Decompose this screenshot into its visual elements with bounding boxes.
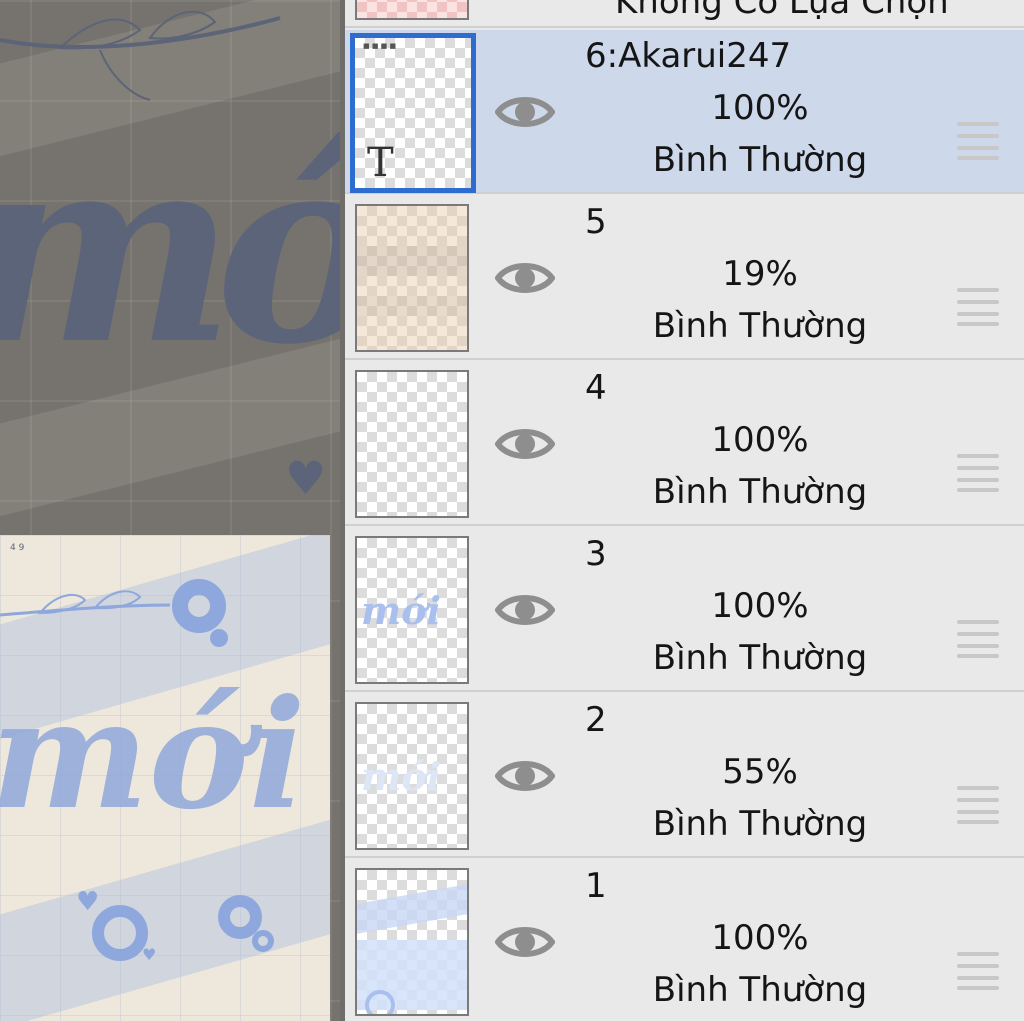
drag-handle-icon[interactable] — [957, 454, 999, 492]
thumbnail-tint — [357, 206, 467, 350]
circle-decoration — [252, 930, 274, 952]
layer-opacity: 19% — [722, 254, 798, 294]
handle-line — [957, 986, 999, 990]
thumbnail-tint — [357, 296, 467, 316]
handle-line — [957, 454, 999, 458]
heart-icon: ♥ — [142, 945, 157, 964]
layer-row[interactable]: 4 100% Bình Thường — [345, 362, 1024, 526]
heart-icon: ♥ — [76, 887, 100, 917]
handle-line — [957, 952, 999, 956]
layer-thumbnail[interactable] — [355, 868, 469, 1016]
layer-name: 4 — [585, 368, 607, 408]
handle-line — [957, 300, 999, 304]
handle-line — [957, 654, 999, 658]
layer-name: 6:Akarui247 — [585, 36, 792, 76]
drag-handle-icon[interactable] — [957, 786, 999, 824]
thumbnail-tint — [357, 246, 467, 276]
handle-line — [957, 146, 999, 150]
preview-small-text: 4 9 — [10, 543, 25, 553]
layer-thumbnail — [355, 0, 469, 20]
layer-thumbnail[interactable] — [355, 204, 469, 352]
layer-thumbnail[interactable] — [355, 370, 469, 518]
handle-line — [957, 122, 999, 126]
circle-decoration — [92, 905, 148, 961]
dot-decoration — [210, 629, 228, 647]
handle-line — [957, 312, 999, 316]
handle-line — [957, 786, 999, 790]
thumbnail-stripe — [357, 884, 467, 934]
layer-blend-mode: Bình Thường — [652, 140, 868, 180]
handle-line — [957, 820, 999, 824]
layer-opacity: 100% — [711, 420, 809, 460]
handle-line — [957, 964, 999, 968]
drag-handle-icon[interactable] — [957, 122, 999, 160]
handle-line — [957, 322, 999, 326]
eye-icon[interactable] — [494, 752, 556, 800]
handle-line — [957, 798, 999, 802]
canvas-preview: 4 9 mới ♥ ♥ — [0, 535, 330, 1021]
layer-opacity: 100% — [711, 88, 809, 128]
layer-thumbnail[interactable]: mới — [355, 702, 469, 850]
drawing-canvas[interactable]: mới ♥ 4 9 mới ♥ ♥ — [0, 0, 340, 1021]
handle-line — [957, 644, 999, 648]
thumbnail-text: ■ ■ ■ ■ — [363, 42, 397, 50]
layer-thumbnail[interactable]: ■ ■ ■ ■ T — [350, 33, 476, 193]
handle-line — [957, 810, 999, 814]
eye-icon[interactable] — [494, 420, 556, 468]
drag-handle-icon[interactable] — [957, 952, 999, 990]
layer-row[interactable]: ■ ■ ■ ■ T 6:Akarui247 100% Bình Thường — [345, 30, 1024, 194]
layer-row[interactable]: mới 3 100% Bình Thường — [345, 528, 1024, 692]
layer-name: 2 — [585, 700, 607, 740]
thumbnail-lettering: mới — [361, 588, 441, 633]
handle-line — [957, 134, 999, 138]
layer-blend-mode: Bình Thường — [652, 306, 868, 346]
eye-icon[interactable] — [494, 254, 556, 302]
thumbnail-lettering: mới — [361, 754, 441, 799]
leaf-branch-illustration — [0, 10, 281, 101]
handle-line — [957, 620, 999, 624]
heart-icon: ♥ — [285, 451, 327, 505]
drag-handle-icon[interactable] — [957, 620, 999, 658]
layer-name: 1 — [585, 866, 607, 906]
circle-decoration — [172, 579, 226, 633]
handle-line — [957, 478, 999, 482]
layer-blend-mode: Bình Thường — [652, 638, 868, 678]
eye-icon[interactable] — [494, 88, 556, 136]
layer-opacity: 55% — [722, 752, 798, 792]
handle-line — [957, 466, 999, 470]
preview-branch-illustration — [0, 590, 171, 617]
eye-icon[interactable] — [494, 586, 556, 634]
handle-line — [957, 288, 999, 292]
no-selection-label: Không Có Lựa Chọn — [615, 0, 949, 22]
layer-opacity: 100% — [711, 586, 809, 626]
layer-blend-mode: Bình Thường — [652, 804, 868, 844]
layer-blend-mode: Bình Thường — [652, 472, 868, 512]
layer-row[interactable]: mới 2 55% Bình Thường — [345, 694, 1024, 858]
layer-row[interactable]: 1 100% Bình Thường — [345, 860, 1024, 1021]
layer-name: 5 — [585, 202, 607, 242]
handle-line — [957, 488, 999, 492]
layers-panel: Không Có Lựa Chọn ■ ■ ■ ■ T 6:Akarui247 100… — [345, 0, 1024, 1021]
canvas-lettering: mới — [0, 120, 340, 380]
handle-line — [957, 976, 999, 980]
handle-line — [957, 156, 999, 160]
layer-thumbnail[interactable]: mới — [355, 536, 469, 684]
drag-handle-icon[interactable] — [957, 288, 999, 326]
layer-opacity: 100% — [711, 918, 809, 958]
text-layer-icon: T — [367, 140, 394, 186]
layer-row[interactable]: 5 19% Bình Thường — [345, 196, 1024, 360]
layer-row-no-selection[interactable]: Không Có Lựa Chọn — [345, 0, 1024, 28]
thumbnail-ring — [365, 990, 395, 1014]
handle-line — [957, 632, 999, 636]
layer-blend-mode: Bình Thường — [652, 970, 868, 1010]
eye-icon[interactable] — [494, 918, 556, 966]
layer-name: 3 — [585, 534, 607, 574]
preview-lettering: mới — [0, 667, 306, 843]
